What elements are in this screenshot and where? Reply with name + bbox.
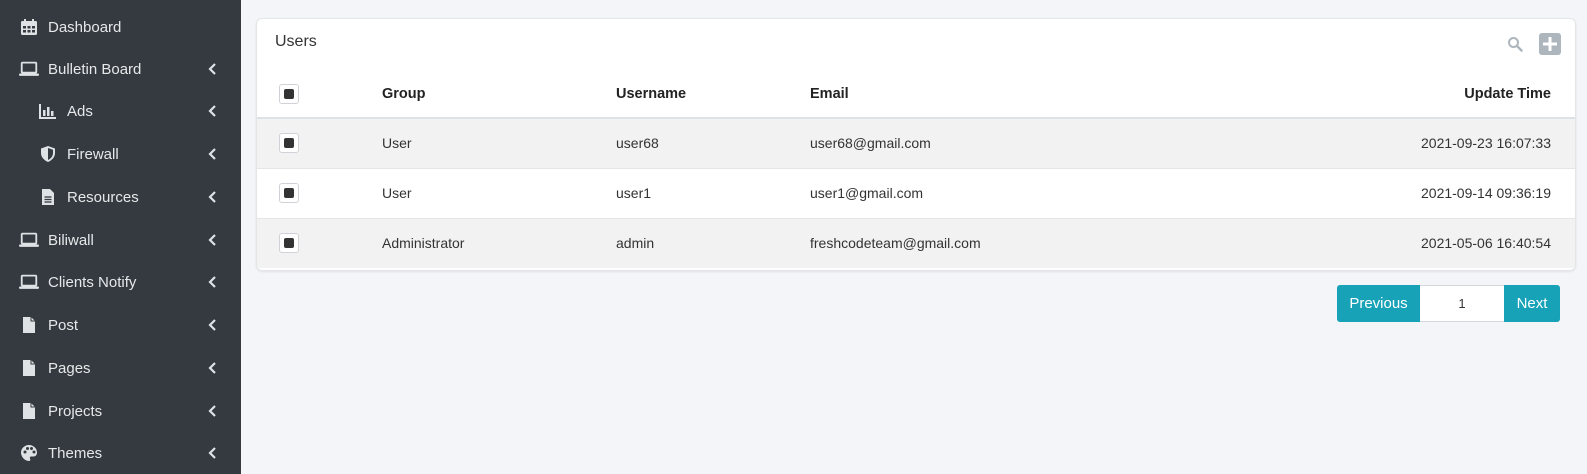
cell-email: user1@gmail.com [810,168,1210,219]
chevron-left-icon [208,105,216,117]
sidebar-item-dashboard[interactable]: Dashboard [0,6,241,48]
chevron-left-icon [208,447,216,459]
checkbox-mark [284,138,294,149]
sidebar-item-label: Post [48,316,79,334]
select-all-cell [257,71,382,119]
file-icon [19,401,39,421]
shield-icon [38,144,58,164]
plus-square-icon [1539,33,1561,55]
sidebar-item-firewall[interactable]: Firewall [0,133,241,175]
sidebar-item-bulletin-board[interactable]: Bulletin Board [0,48,241,90]
sidebar-item-themes[interactable]: Themes [0,432,241,474]
bar-chart-icon [38,101,58,121]
search-icon [1508,37,1523,52]
select-all-checkbox[interactable] [279,84,299,104]
sidebar-item-label: Pages [48,359,91,377]
chevron-left-icon [208,63,216,75]
cell-update-time: 2021-09-14 09:36:19 [1210,168,1575,219]
calendar-icon [19,17,39,37]
chevron-left-icon [208,234,216,246]
search-button[interactable] [1507,36,1523,52]
checkbox-mark [284,188,294,198]
checkbox-mark [284,89,294,99]
sidebar-item-label: Clients Notify [48,273,137,291]
sidebar-item-clients-notify[interactable]: Clients Notify [0,261,241,303]
cell-group: Administrator [382,235,465,252]
sidebar-item-label: Ads [67,102,93,120]
page-number-input[interactable] [1420,285,1504,322]
file-icon [19,358,39,378]
file-icon [19,315,39,335]
cell-update-time: 2021-05-06 16:40:54 [1421,235,1551,252]
chevron-left-icon [208,148,216,160]
row-select-cell [257,118,382,169]
pagination: Previous Next [1337,285,1560,322]
cell-email: freshcodeteam@gmail.com [810,235,981,252]
cell-update-time: 2021-09-23 16:07:33 [1210,118,1575,169]
sidebar: Dashboard Bulletin Board Ads Firewall Re… [0,0,241,474]
chevron-left-icon [208,319,216,331]
laptop-icon [19,230,39,250]
sidebar-item-projects[interactable]: Projects [0,390,241,432]
chevron-left-icon [208,405,216,417]
sidebar-item-ads[interactable]: Ads [0,90,241,132]
add-button[interactable] [1539,33,1561,55]
sidebar-item-pages[interactable]: Pages [0,347,241,389]
row-checkbox[interactable] [279,133,299,154]
header-username[interactable]: Username [616,71,810,119]
laptop-icon [19,59,39,79]
sidebar-item-label: Bulletin Board [48,60,142,78]
header-update-time[interactable]: Update Time [1210,71,1575,119]
sidebar-item-post[interactable]: Post [0,304,241,346]
row-checkbox[interactable] [279,233,299,254]
cell-email: user68@gmail.com [810,118,1210,169]
sidebar-item-label: Dashboard [48,18,122,36]
row-select-cell [257,168,382,219]
chevron-left-icon [208,191,216,203]
header-group[interactable]: Group [382,71,616,119]
header-email[interactable]: Email [810,71,1210,119]
sidebar-item-label: Projects [48,402,103,420]
chevron-left-icon [208,362,216,374]
card-tools [1507,33,1561,55]
cell-group: User [382,168,616,219]
sidebar-item-biliwall[interactable]: Biliwall [0,219,241,261]
table-row[interactable]: Administrator admin freshcodeteam@gmail.… [257,218,1575,268]
laptop-icon [19,272,39,292]
users-card: Users Group Username Email Update Time U… [256,18,1576,271]
cell-group: User [382,118,616,169]
table-row[interactable]: User user1 user1@gmail.com 2021-09-14 09… [257,168,1575,219]
card-title: Users [275,33,317,50]
palette-icon [19,443,39,463]
sidebar-item-label: Firewall [67,145,119,163]
next-button[interactable]: Next [1504,285,1560,322]
sidebar-item-label: Biliwall [48,231,94,249]
chevron-left-icon [208,276,216,288]
sidebar-item-label: Themes [48,444,103,462]
sidebar-item-label: Resources [67,188,139,206]
row-select-cell [257,218,382,268]
cell-username: user68 [616,118,810,169]
file-text-icon [38,187,58,207]
cell-username: user1 [616,168,810,219]
users-table: Group Username Email Update Time User us… [257,71,1575,268]
cell-username: admin [616,235,655,252]
previous-button[interactable]: Previous [1337,285,1420,322]
checkbox-mark [284,238,294,249]
table-row[interactable]: User user68 user68@gmail.com 2021-09-23 … [257,118,1575,169]
table-header-row: Group Username Email Update Time [257,71,1575,119]
row-checkbox[interactable] [279,183,299,203]
sidebar-item-resources[interactable]: Resources [0,176,241,218]
